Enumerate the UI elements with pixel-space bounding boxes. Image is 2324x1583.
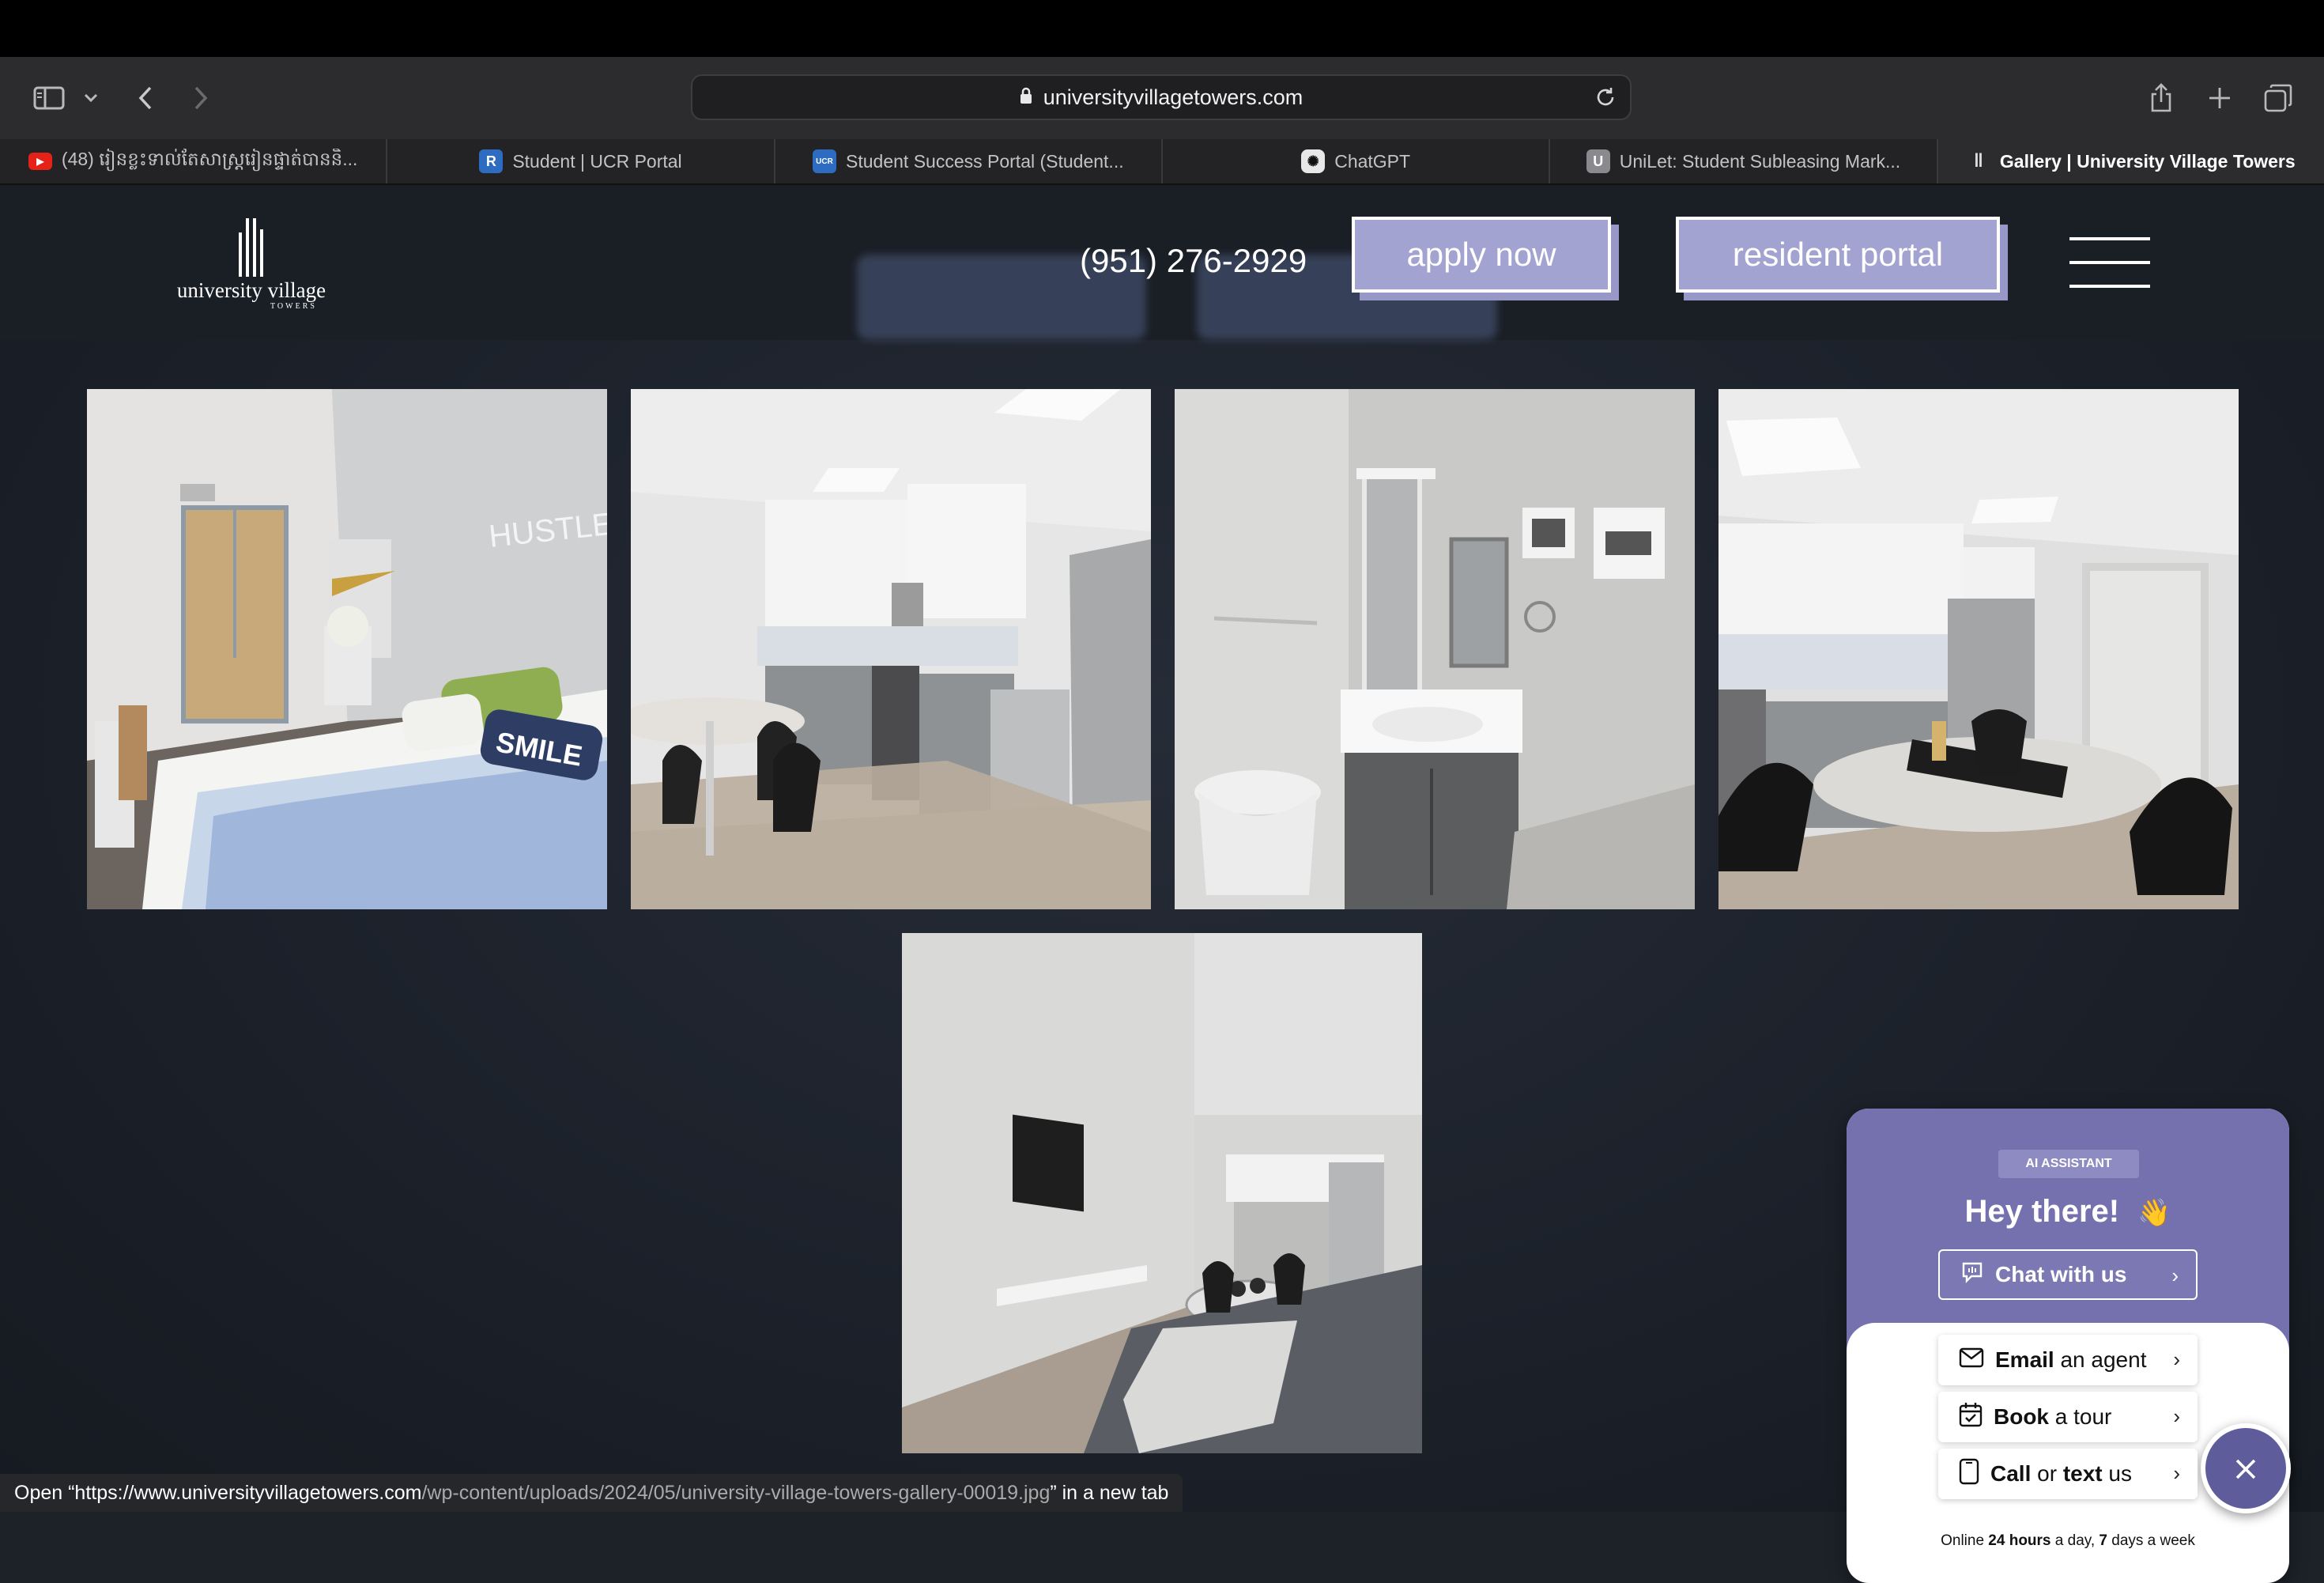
call-or-text-button[interactable]: Call or text us ›: [1938, 1449, 2198, 1499]
site-header: university village TOWERS (951) 276-2929…: [0, 185, 2324, 340]
chat-widget: AI ASSISTANT Hey there! 👋 Chat with us ›…: [1847, 1109, 2289, 1583]
gallery-photo-kitchen-dining[interactable]: [1718, 389, 2239, 909]
tab-title: Student | UCR Portal: [512, 150, 682, 172]
chat-bubble-icon: [1960, 1260, 1984, 1290]
gallery-photo-living-room[interactable]: [902, 933, 1422, 1453]
email-agent-button[interactable]: Email an agent ›: [1938, 1335, 2198, 1385]
chat-with-us-label: Chat with us: [1995, 1262, 2127, 1286]
ai-assistant-badge: AI ASSISTANT: [1998, 1150, 2139, 1178]
uvt-icon: ‖: [1973, 150, 1983, 172]
logo-text: university village: [176, 278, 326, 302]
email-agent-label: Email an agent: [1995, 1347, 2147, 1372]
tab-youtube[interactable]: ▶ (48) រៀនខ្លះទាល់តែសាស្ត្រ​រៀនផ្ទាត់បាន…: [0, 139, 388, 183]
wave-icon: 👋: [2137, 1198, 2171, 1228]
availability-text: Online 24 hours a day, 7 days a week: [1941, 1532, 2195, 1549]
new-tab-icon[interactable]: [2199, 77, 2240, 119]
menu-icon[interactable]: [2069, 237, 2150, 288]
forward-icon[interactable]: [180, 77, 221, 119]
system-menu-bar: [0, 0, 2324, 57]
sidebar-toggle-icon[interactable]: [28, 77, 70, 119]
phone-icon: [1959, 1458, 1979, 1490]
gallery-photo-kitchen[interactable]: [631, 389, 1151, 909]
web-page: university village TOWERS (951) 276-2929…: [0, 185, 2324, 1583]
apply-now-button[interactable]: apply now: [1352, 217, 1611, 293]
tab-title: Gallery | University Village Towers: [1999, 150, 2296, 172]
tab-title: Student Success Portal (Student...: [846, 150, 1124, 172]
chevron-down-icon[interactable]: [71, 77, 111, 119]
greeting-text: Hey there!: [1964, 1194, 2120, 1229]
tab-chatgpt[interactable]: ✺ ChatGPT: [1163, 139, 1551, 183]
gallery-photo-bathroom[interactable]: [1175, 389, 1695, 909]
living-room-image: [902, 933, 1422, 1453]
close-icon: [2234, 1447, 2258, 1490]
book-tour-button[interactable]: Book a tour ›: [1938, 1392, 2198, 1442]
tab-gallery-active[interactable]: ‖ Gallery | University Village Towers: [1937, 139, 2324, 183]
chat-greeting: Hey there! 👋: [1847, 1194, 2289, 1230]
back-icon[interactable]: [125, 77, 166, 119]
resident-portal-button[interactable]: resident portal: [1676, 217, 2000, 293]
tab-title: ChatGPT: [1334, 150, 1411, 172]
gallery-photo-bedroom[interactable]: HUSTLE SMILE: [87, 389, 607, 909]
unilet-icon: U: [1586, 149, 1610, 173]
logo-mark-icon: [239, 218, 266, 277]
kitchen-image: [631, 389, 1151, 909]
kitchen-dining-image: [1718, 389, 2239, 909]
chat-widget-header: [1847, 1109, 2289, 1354]
phone-number-link[interactable]: (951) 276-2929: [1080, 242, 1307, 280]
chatgpt-icon: ✺: [1301, 149, 1326, 173]
url-text: universityvillagetowers.com: [1043, 85, 1303, 109]
chevron-right-icon: ›: [2173, 1461, 2180, 1485]
tab-title: UniLet: Student Subleasing Mark...: [1619, 150, 1901, 172]
site-logo[interactable]: university village TOWERS: [168, 218, 335, 313]
chevron-right-icon: ›: [2173, 1347, 2180, 1371]
lock-icon: [1020, 85, 1032, 110]
reload-icon[interactable]: [1594, 85, 1617, 115]
chevron-right-icon: ›: [2173, 1404, 2180, 1428]
ucr-r-icon: R: [479, 149, 504, 173]
tab-bar: ▶ (48) រៀនខ្លះទាល់តែសាស្ត្រ​រៀនផ្ទាត់បាន…: [0, 139, 2324, 185]
calendar-icon: [1959, 1402, 1983, 1433]
chevron-right-icon: ›: [2171, 1264, 2179, 1287]
bathroom-image: [1175, 389, 1695, 909]
envelope-icon: [1959, 1347, 1984, 1373]
tab-title: (48) រៀនខ្លះទាល់តែសាស្ត្រ​រៀនផ្ទាត់បាន​ន…: [61, 148, 358, 169]
logo-subtext: TOWERS: [270, 302, 317, 311]
chat-with-us-button[interactable]: Chat with us ›: [1938, 1249, 2198, 1300]
share-icon[interactable]: [2141, 77, 2182, 119]
tab-unilet[interactable]: U UniLet: Student Subleasing Mark...: [1550, 139, 1938, 183]
tab-overview-icon[interactable]: [2258, 77, 2299, 119]
tab-student-success[interactable]: UCR Student Success Portal (Student...: [775, 139, 1163, 183]
call-or-text-label: Call or text us: [1990, 1461, 2132, 1486]
ucr-icon: UCR: [813, 149, 837, 173]
close-chat-button[interactable]: [2201, 1423, 2291, 1513]
tab-ucr-portal[interactable]: R Student | UCR Portal: [387, 139, 775, 183]
bedroom-image: HUSTLE SMILE: [87, 389, 607, 909]
link-status-bar: Open “https://www.universityvillagetower…: [0, 1474, 1183, 1512]
youtube-icon: ▶: [28, 153, 52, 170]
book-tour-label: Book a tour: [1994, 1404, 2112, 1429]
address-bar[interactable]: universityvillagetowers.com: [691, 74, 1632, 120]
